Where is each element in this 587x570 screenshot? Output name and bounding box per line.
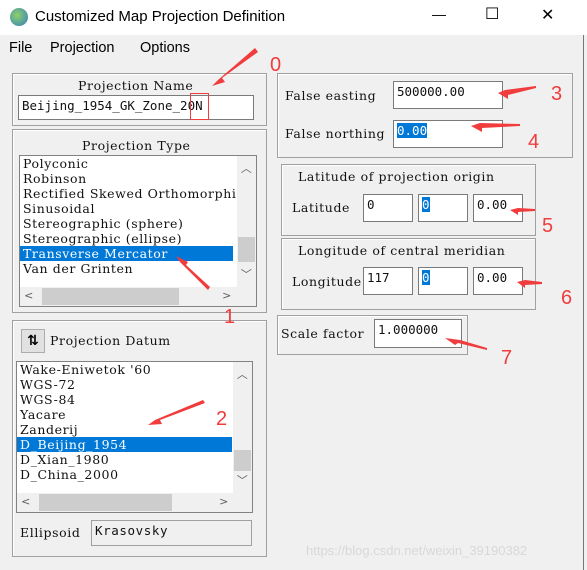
arrow-7	[445, 338, 487, 350]
arrow-1	[176, 256, 210, 290]
arrow-3	[498, 86, 536, 99]
annotation-3: 3	[551, 83, 563, 105]
arrow-6	[517, 280, 542, 288]
arrow-5	[510, 208, 535, 215]
annotation-6: 6	[561, 287, 573, 309]
annotation-1: 1	[224, 306, 236, 328]
annotation-7: 7	[501, 347, 513, 369]
arrow-4	[471, 123, 520, 132]
watermark: https://blog.csdn.net/weixin_39190382	[306, 543, 528, 558]
annotation-0: 0	[270, 54, 282, 76]
annotation-arrows	[148, 48, 542, 425]
annotation-5: 5	[542, 215, 554, 237]
arrow-2	[148, 400, 205, 425]
annotation-4: 4	[528, 131, 540, 153]
annotation-2: 2	[216, 408, 228, 430]
arrow-0	[212, 48, 258, 86]
